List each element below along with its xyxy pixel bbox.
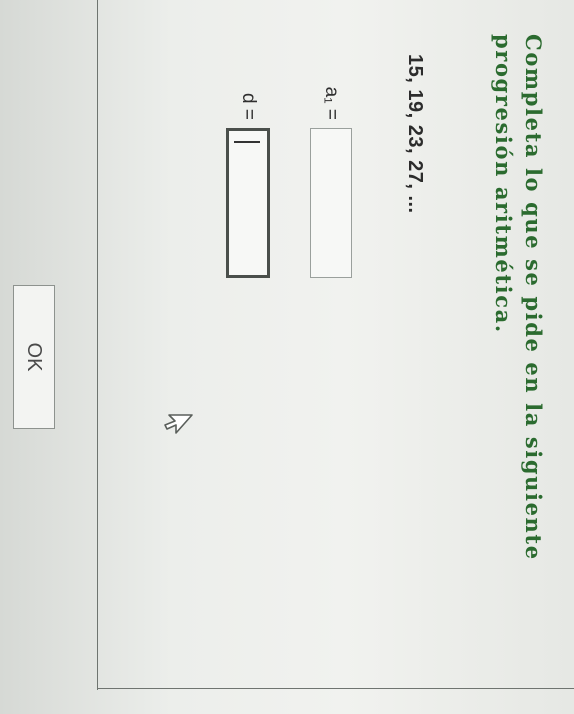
- question-panel: Completa lo que se pide en la siguiente …: [0, 0, 560, 714]
- text-caret: [234, 141, 260, 143]
- mouse-pointer-icon: [164, 414, 193, 434]
- instruction-text: Completa lo que se pide en la siguiente …: [491, 34, 546, 561]
- a1-row: a₁ =: [310, 64, 352, 278]
- sequence-text: 15, 19, 23, 27, ...: [404, 54, 426, 214]
- d-row: d =: [226, 64, 270, 278]
- d-input[interactable]: [226, 128, 270, 278]
- a1-input[interactable]: [310, 128, 352, 278]
- a1-label: a₁ =: [321, 86, 342, 120]
- d-label: d =: [238, 93, 259, 120]
- screen: Completa lo que se pide en la siguiente …: [0, 0, 574, 714]
- ok-button[interactable]: OK: [13, 285, 55, 429]
